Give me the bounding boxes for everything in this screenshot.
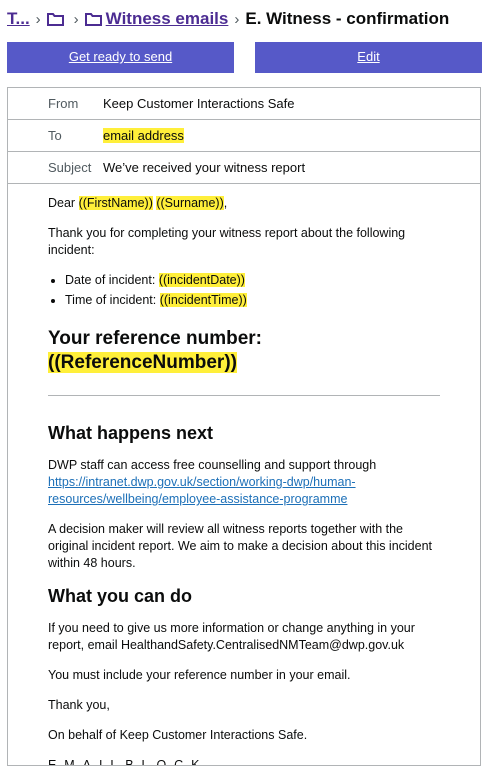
support-paragraph: DWP staff can access free counselling an… (48, 458, 377, 506)
greeting: Dear ((FirstName)) ((Surname)), (48, 196, 228, 210)
thank-you-text: Thank you, (48, 698, 110, 712)
reference-number-placeholder: ((ReferenceNumber)) (48, 352, 237, 373)
reference-heading: Your reference number: ((ReferenceNumber… (48, 328, 262, 373)
email-block-code: E_M_A_I_L_B_L_O_C_K (48, 758, 200, 766)
divider (48, 395, 440, 396)
folder-icon[interactable] (46, 12, 64, 26)
from-row: From Keep Customer Interactions Safe (8, 88, 480, 120)
what-you-can-do-heading: What you can do (48, 586, 192, 606)
breadcrumb: T... › › Witness emails › E. Witness - c… (7, 8, 487, 30)
email-preview: From Keep Customer Interactions Safe To … (7, 87, 481, 766)
first-name-placeholder: ((FirstName)) (78, 196, 153, 210)
from-value: Keep Customer Interactions Safe (103, 96, 295, 111)
to-label: To (48, 128, 62, 143)
incident-list: Date of incident: ((incidentDate)) Time … (48, 272, 440, 309)
include-ref-text: You must include your reference number i… (48, 668, 351, 682)
folder-icon[interactable] (84, 12, 102, 26)
to-row: To email address (8, 120, 480, 152)
more-info-text: If you need to give us more information … (48, 621, 415, 652)
support-link[interactable]: https://intranet.dwp.gov.uk/section/work… (48, 475, 356, 506)
sign-off-text: On behalf of Keep Customer Interactions … (48, 728, 308, 742)
to-value: email address (103, 128, 184, 143)
subject-row: Subject We’ve received your witness repo… (8, 152, 480, 184)
page-title: E. Witness - confirmation (245, 9, 450, 28)
breadcrumb-witness-emails-link[interactable]: Witness emails (106, 9, 229, 29)
get-ready-to-send-button[interactable]: Get ready to send (7, 42, 234, 73)
incident-date-placeholder: ((incidentDate)) (158, 273, 245, 287)
intro-text: Thank you for completing your witness re… (48, 226, 406, 257)
action-bar: Get ready to send Edit (7, 42, 482, 73)
list-item: Date of incident: ((incidentDate)) (65, 272, 440, 289)
breadcrumb-root-link[interactable]: T... (7, 9, 30, 29)
edit-button[interactable]: Edit (255, 42, 482, 73)
decision-text: A decision maker will review all witness… (48, 522, 433, 570)
from-label: From (48, 96, 79, 111)
chevron-right-icon: › (73, 10, 79, 28)
chevron-right-icon: › (35, 10, 41, 28)
surname-placeholder: ((Surname)) (156, 196, 224, 210)
incident-time-placeholder: ((incidentTime)) (159, 293, 247, 307)
email-body: Dear ((FirstName)) ((Surname)), Thank yo… (8, 184, 480, 766)
what-happens-next-heading: What happens next (48, 423, 214, 443)
subject-label: Subject (48, 160, 92, 175)
list-item: Time of incident: ((incidentTime)) (65, 292, 440, 309)
subject-value: We’ve received your witness report (103, 160, 306, 175)
chevron-right-icon: › (234, 10, 240, 28)
